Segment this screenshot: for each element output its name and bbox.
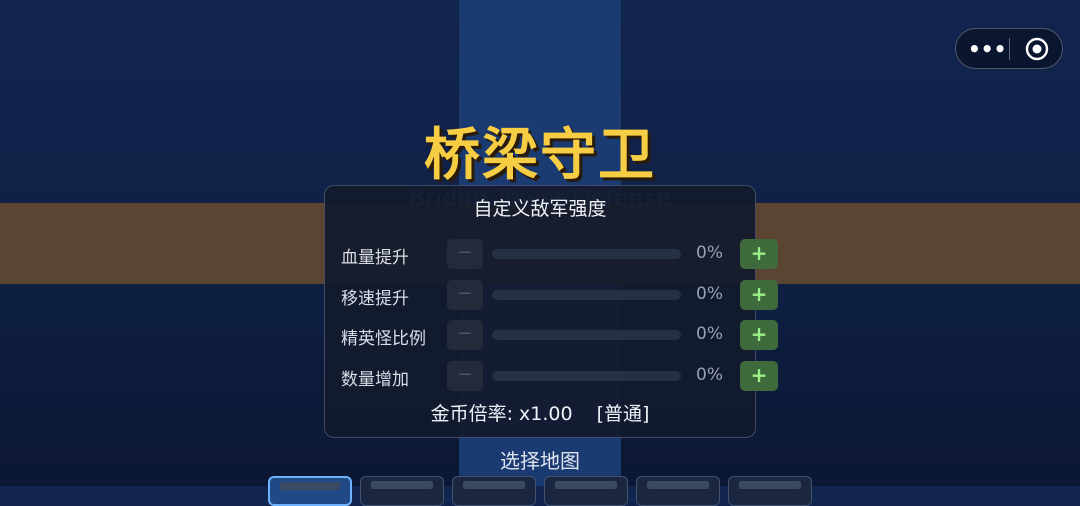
map-preview [463,481,525,489]
decrease-button[interactable]: − [447,239,483,269]
setting-value: 0% [696,284,723,304]
difficulty-tag: [普通] [596,403,650,425]
setting-row-count: 数量增加 − 0% + [325,361,778,391]
game-title: 桥梁守卫 [424,123,656,188]
map-thumbnail[interactable] [360,476,444,506]
map-preview [371,481,433,489]
setting-progress-track [492,290,681,300]
increase-button[interactable]: + [740,361,778,391]
panel-title: 自定义敌军强度 [473,198,607,220]
decrease-button[interactable]: − [447,280,483,310]
decrease-button[interactable]: − [447,320,483,350]
map-thumbnail[interactable] [544,476,628,506]
setting-label: 移速提升 [341,289,409,309]
setting-label: 血量提升 [341,248,409,268]
map-thumbnail[interactable] [728,476,812,506]
map-preview [647,481,709,489]
setting-progress-track [492,249,681,259]
increase-button[interactable]: + [740,280,778,310]
setting-value: 0% [696,365,723,385]
capsule-divider [1009,38,1010,60]
more-icon[interactable]: ••• [968,36,1006,62]
increase-button[interactable]: + [740,239,778,269]
increase-button[interactable]: + [740,320,778,350]
close-icon[interactable] [1025,37,1049,61]
setting-progress-track [492,330,681,340]
setting-row-speed: 移速提升 − 0% + [325,280,778,310]
select-map-label: 选择地图 [500,449,580,473]
enemy-strength-panel: 自定义敌军强度 血量提升 − 0% + 移速提升 − 0% + 精英怪比例 − … [324,185,778,438]
setting-label: 精英怪比例 [341,329,426,349]
mini-program-capsule: ••• [955,28,1063,69]
setting-value: 0% [696,243,723,263]
gold-rate-line: 金币倍率: x1.00 [普通] [325,399,755,426]
map-thumbnail[interactable] [452,476,536,506]
setting-value: 0% [696,324,723,344]
gold-rate-label: 金币倍率: x1.00 [430,403,573,425]
map-preview [280,482,340,490]
map-preview [739,481,801,489]
map-thumbnail[interactable] [268,476,352,506]
map-thumbnail[interactable] [636,476,720,506]
setting-row-elite: 精英怪比例 − 0% + [325,320,778,350]
decrease-button[interactable]: − [447,361,483,391]
setting-progress-track [492,371,681,381]
setting-label: 数量增加 [341,370,409,390]
setting-row-hp: 血量提升 − 0% + [325,239,778,269]
map-preview [555,481,617,489]
